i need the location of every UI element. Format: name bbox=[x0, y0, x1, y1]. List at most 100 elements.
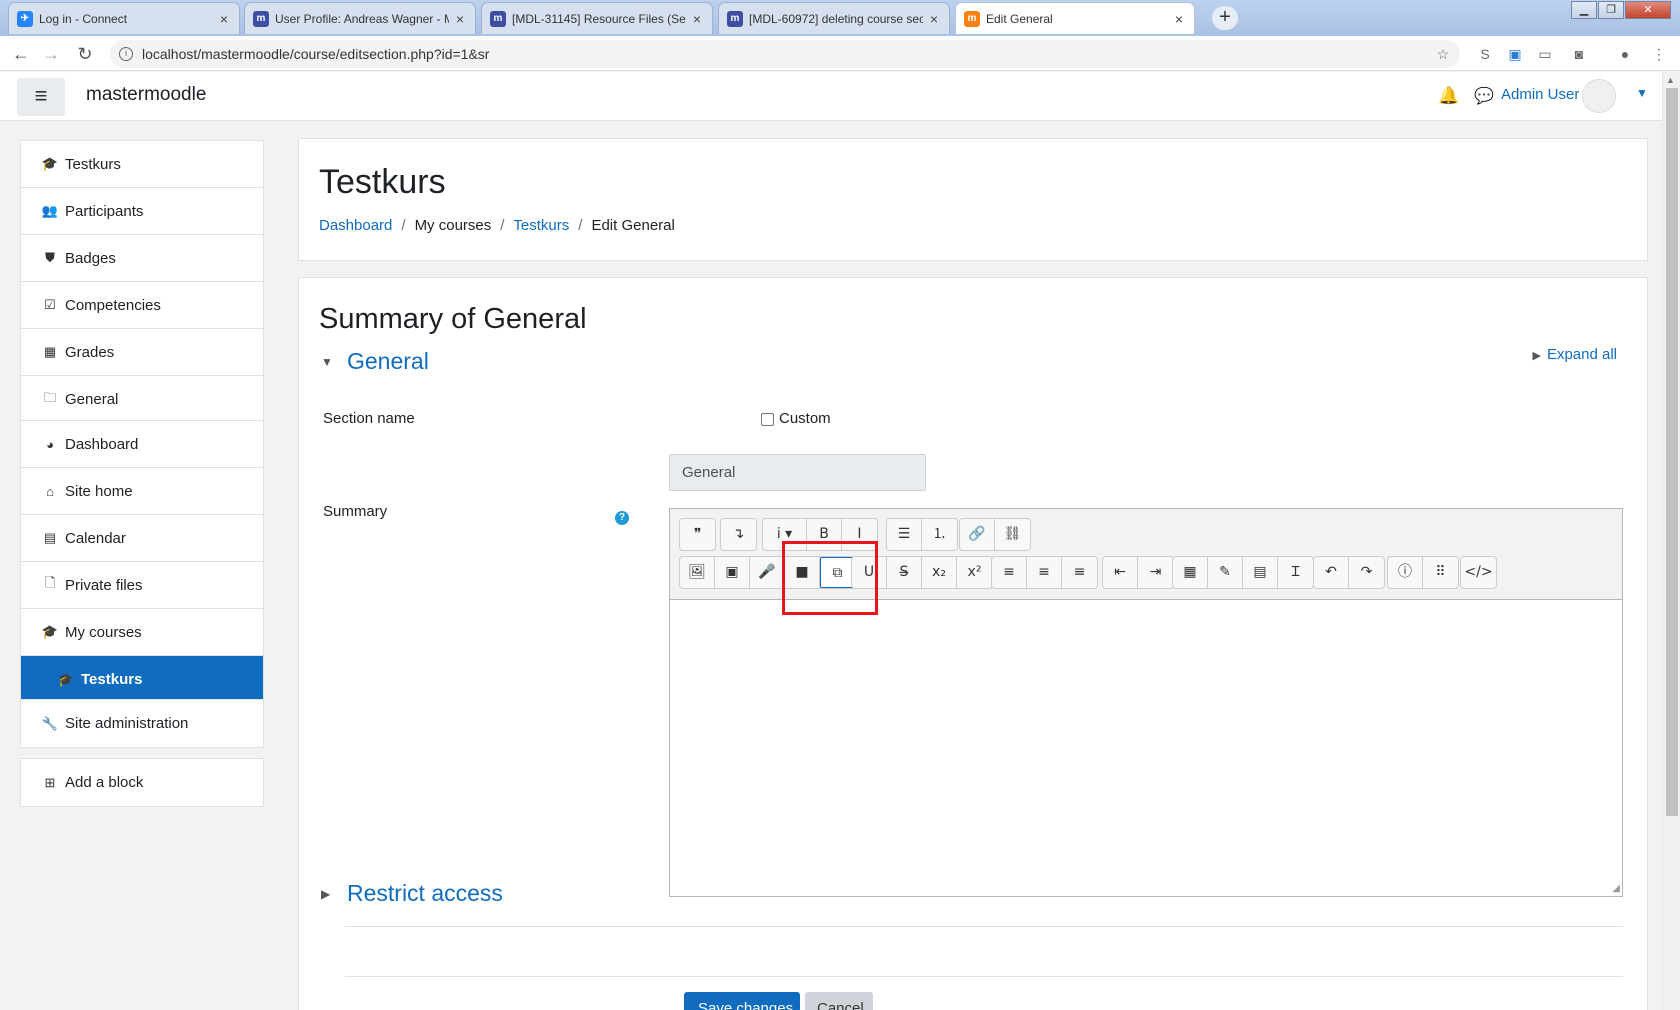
divider bbox=[345, 926, 1623, 927]
custom-checkbox[interactable] bbox=[761, 413, 774, 426]
caret-down-icon: ▼ bbox=[321, 354, 333, 369]
special-char-icon[interactable]: ✎ bbox=[1208, 557, 1243, 588]
outdent-icon[interactable]: ⇤ bbox=[1103, 557, 1138, 588]
save-button[interactable]: Save changes bbox=[684, 992, 800, 1010]
toolbar-group: ≡ ≡ ≡ bbox=[991, 556, 1098, 589]
maximize-button[interactable]: ❐ bbox=[1598, 1, 1624, 19]
record-audio-icon[interactable]: 🎤 bbox=[750, 557, 785, 588]
superscript-icon[interactable]: x² bbox=[957, 557, 992, 588]
check-square-icon: ☑ bbox=[44, 297, 56, 312]
sidebar-item-grades[interactable]: ▦ Grades bbox=[21, 329, 263, 376]
undo-icon[interactable]: ↶ bbox=[1314, 557, 1349, 588]
cancel-button[interactable]: Cancel bbox=[805, 992, 873, 1010]
browser-tab[interactable]: m [MDL-31145] Resource Files (Sect × bbox=[481, 2, 713, 34]
new-tab-button[interactable]: + bbox=[1212, 6, 1238, 30]
sidebar-item-calendar[interactable]: ▤ Calendar bbox=[21, 515, 263, 562]
ordered-list-icon[interactable]: ⒈ bbox=[922, 519, 957, 550]
breadcrumb-dashboard[interactable]: Dashboard bbox=[319, 217, 392, 234]
sidebar-item-badges[interactable]: ⛊ Badges bbox=[21, 235, 263, 282]
summary-editor-area[interactable]: ◢ bbox=[670, 601, 1622, 896]
url-input[interactable]: i localhost/mastermoodle/course/editsect… bbox=[110, 40, 1460, 68]
minimize-button[interactable]: ▁ bbox=[1571, 1, 1597, 19]
link-icon[interactable]: 🔗 bbox=[960, 519, 995, 550]
sidebar-item-testkurs[interactable]: 🎓 Testkurs bbox=[21, 656, 263, 703]
general-section-toggle[interactable]: ▼ General bbox=[321, 348, 429, 375]
avatar[interactable] bbox=[1582, 79, 1616, 113]
insert-image-icon[interactable]: 🖼 bbox=[680, 557, 715, 588]
sidebar-item-participants[interactable]: 👥 Participants bbox=[21, 188, 263, 235]
unordered-list-icon[interactable]: ☰ bbox=[887, 519, 922, 550]
user-name[interactable]: Admin User bbox=[1501, 86, 1579, 103]
align-left-icon[interactable]: ≡ bbox=[992, 557, 1027, 588]
toolbar-group: ☰ ⒈ bbox=[886, 518, 958, 551]
align-right-icon[interactable]: ≡ bbox=[1062, 557, 1097, 588]
profile-icon[interactable]: ● bbox=[1616, 45, 1634, 63]
breadcrumb-my-courses[interactable]: My courses bbox=[415, 217, 492, 234]
sidebar-item-my-courses[interactable]: 🎓 My courses bbox=[21, 609, 263, 656]
redo-icon[interactable]: ↷ bbox=[1349, 557, 1384, 588]
extension-camera-icon[interactable]: ◙ bbox=[1570, 45, 1588, 63]
sidebar-item-label: Testkurs bbox=[65, 155, 121, 173]
sidebar-item-private-files[interactable]: 🗋 Private files bbox=[21, 562, 263, 609]
extension-s-icon[interactable]: S bbox=[1476, 45, 1494, 63]
restrict-access-toggle[interactable]: ▶ Restrict access bbox=[321, 880, 503, 907]
close-icon[interactable]: × bbox=[927, 11, 941, 27]
add-a-block-button[interactable]: ⊞ Add a block bbox=[21, 759, 263, 806]
html-source-icon[interactable]: </> bbox=[1461, 557, 1496, 588]
resize-grip-icon[interactable]: ◢ bbox=[1612, 883, 1620, 894]
extension-chat-icon[interactable]: ▭ bbox=[1536, 45, 1554, 63]
indent-icon[interactable]: ⇥ bbox=[1138, 557, 1173, 588]
site-info-icon[interactable]: i bbox=[119, 47, 133, 61]
notification-bell-icon[interactable]: 🔔 bbox=[1438, 86, 1459, 106]
extension-screen-icon[interactable]: ▣ bbox=[1506, 45, 1524, 63]
page-scrollbar[interactable]: ▲ bbox=[1662, 72, 1680, 1010]
scroll-up-icon[interactable]: ▲ bbox=[1666, 75, 1675, 85]
caret-down-icon[interactable]: ▼ bbox=[1636, 86, 1648, 100]
close-icon[interactable]: × bbox=[453, 11, 467, 27]
forward-icon[interactable]: → bbox=[40, 43, 62, 65]
browser-menu-icon[interactable]: ⋮ bbox=[1650, 45, 1668, 63]
screenreader-helper-icon[interactable]: ⠿ bbox=[1423, 557, 1458, 588]
site-name[interactable]: mastermoodle bbox=[86, 84, 206, 106]
bookmark-star-icon[interactable]: ☆ bbox=[1434, 45, 1452, 63]
breadcrumb-testkurs[interactable]: Testkurs bbox=[513, 217, 569, 234]
drawer-toggle-button[interactable]: ≡ bbox=[17, 78, 65, 116]
blockquote-icon[interactable]: ❞ bbox=[680, 519, 715, 550]
tab-title: [MDL-60972] deleting course sec bbox=[749, 11, 923, 26]
insert-media-icon[interactable]: ▣ bbox=[715, 557, 750, 588]
collapse-toolbar-icon[interactable]: ↴ bbox=[721, 519, 756, 550]
accessibility-checker-icon[interactable]: ⓘ bbox=[1388, 557, 1423, 588]
close-window-button[interactable]: ✕ bbox=[1625, 1, 1671, 19]
expand-all-link[interactable]: ▶ Expand all bbox=[1532, 346, 1617, 363]
unlink-icon[interactable]: ⛓ bbox=[995, 519, 1030, 550]
messages-icon[interactable]: 💬 bbox=[1474, 86, 1494, 106]
table-icon[interactable]: ▤ bbox=[1243, 557, 1278, 588]
url-text: localhost/mastermoodle/course/editsectio… bbox=[142, 46, 490, 62]
clear-formatting-icon[interactable]: Ɪ bbox=[1278, 557, 1313, 588]
equation-icon[interactable]: ▦ bbox=[1173, 557, 1208, 588]
sidebar-item-testkurs[interactable]: 🎓 Testkurs bbox=[21, 141, 263, 188]
help-icon[interactable]: ? bbox=[615, 511, 629, 525]
sidebar-item-dashboard[interactable]: ◕ Dashboard bbox=[21, 421, 263, 468]
scroll-thumb[interactable] bbox=[1666, 88, 1678, 816]
strikethrough-icon[interactable]: S̶ bbox=[887, 557, 922, 588]
toolbar-group: ⓘ ⠿ bbox=[1387, 556, 1459, 589]
browser-tab[interactable]: m User Profile: Andreas Wagner - M × bbox=[244, 2, 476, 34]
browser-tab[interactable]: ✈ Log in - Connect × bbox=[8, 2, 240, 34]
close-icon[interactable]: × bbox=[217, 11, 231, 27]
sidebar-item-competencies[interactable]: ☑ Competencies bbox=[21, 282, 263, 329]
back-icon[interactable]: ← bbox=[10, 43, 32, 65]
reload-icon[interactable]: ↻ bbox=[74, 43, 96, 65]
sidebar-item-site-administration[interactable]: 🔧 Site administration bbox=[21, 700, 263, 747]
browser-tab[interactable]: m [MDL-60972] deleting course sec × bbox=[718, 2, 950, 34]
divider bbox=[345, 976, 1623, 977]
sidebar-item-general[interactable]: 🗀 General bbox=[21, 376, 263, 423]
align-center-icon[interactable]: ≡ bbox=[1027, 557, 1062, 588]
subscript-icon[interactable]: x₂ bbox=[922, 557, 957, 588]
browser-tab[interactable]: m Edit General × bbox=[955, 2, 1195, 34]
close-icon[interactable]: × bbox=[690, 11, 704, 27]
section-name-input[interactable]: General bbox=[669, 454, 926, 491]
custom-checkbox-label[interactable]: Custom bbox=[779, 410, 831, 427]
sidebar-item-site-home[interactable]: ⌂ Site home bbox=[21, 468, 263, 515]
close-icon[interactable]: × bbox=[1172, 11, 1186, 27]
